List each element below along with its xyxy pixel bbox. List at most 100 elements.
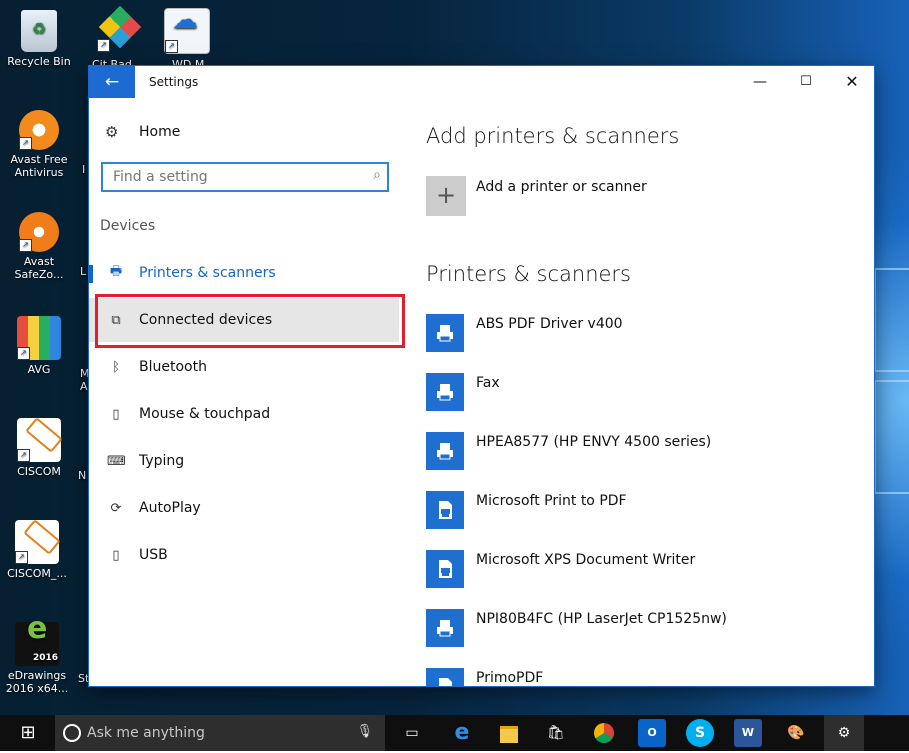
minimize-button[interactable]: — <box>737 66 783 98</box>
search-icon: ⌕ <box>373 167 381 183</box>
desktop-partial-label: M A <box>80 367 90 393</box>
keyboard-icon: ⌨ <box>107 453 126 469</box>
shortcut-arrow-icon: ↗ <box>17 449 30 462</box>
edrawings-icon: e 2016 <box>15 614 59 666</box>
desktop-icon-ciscom[interactable]: ↗ CISCOM <box>2 417 76 478</box>
nav-item-usb[interactable]: ▯ USB <box>89 533 399 577</box>
title-bar: ← Settings — ☐ ✕ <box>89 66 874 98</box>
nav-item-mouse[interactable]: ▯ Mouse & touchpad <box>89 392 399 436</box>
paint-icon[interactable]: 🎨 <box>782 719 810 747</box>
search-placeholder: Find a setting <box>113 169 208 185</box>
desktop-icon-label: CISCOM <box>17 465 61 478</box>
cloud-icon: ☁ ↗ <box>164 7 210 54</box>
printer-item[interactable]: Microsoft XPS Document Writer <box>426 550 866 596</box>
printer-name: NPI80B4FC (HP LaserJet CP1525nw) <box>476 611 727 627</box>
nav-item-label: Printers & scanners <box>139 265 276 281</box>
desktop-icon-safezone[interactable]: ↗ Avast SafeZo... <box>2 212 76 281</box>
avg-icon: ↗ <box>17 316 61 360</box>
nav-item-typing[interactable]: ⌨ Typing <box>89 439 399 483</box>
desktop-icon-ciscom-2[interactable]: ↗ CISCOM_... <box>0 519 74 580</box>
nav-bottom-text: 2016 <box>99 684 127 686</box>
printer-tile-icon <box>426 373 464 411</box>
printer-item[interactable]: HPEA8577 (HP ENVY 4500 series) <box>426 432 866 478</box>
search-input[interactable]: Find a setting ⌕ <box>101 162 389 192</box>
printer-item[interactable]: PrimoPDF <box>426 668 866 686</box>
skype-icon[interactable]: S <box>686 719 714 747</box>
nav-item-bluetooth[interactable]: ᛒ Bluetooth <box>89 345 399 389</box>
cortana-search-box[interactable]: Ask me anything 🎙 <box>55 715 385 751</box>
settings-nav: ⚙ Home Find a setting ⌕ Devices 🖶 Printe… <box>89 98 405 686</box>
desktop-icon-label: CISCOM_... <box>7 567 67 580</box>
cortana-icon <box>63 724 81 742</box>
printer-item[interactable]: NPI80B4FC (HP LaserJet CP1525nw) <box>426 609 866 655</box>
microphone-icon: 🎙 <box>356 724 373 739</box>
task-view-icon[interactable]: ▭ <box>398 719 426 747</box>
main-content: Add printers & scanners + Add a printer … <box>426 98 866 686</box>
nav-item-printers[interactable]: 🖶 Printers & scanners <box>89 251 399 295</box>
mouse-icon: ▯ <box>112 406 120 422</box>
add-printers-heading: Add printers & scanners <box>426 124 680 148</box>
desktop-icon-recycle-bin[interactable]: ♻ Recycle Bin <box>2 10 76 68</box>
printer-name: Microsoft XPS Document Writer <box>476 552 696 568</box>
avast-icon: ↗ <box>19 110 59 150</box>
chrome-icon[interactable] <box>590 719 618 747</box>
nav-item-label: Bluetooth <box>139 359 207 375</box>
settings-icon[interactable]: ⚙ <box>824 715 864 751</box>
autoplay-icon: ⟳ <box>110 500 122 516</box>
printer-tile-icon <box>426 609 464 647</box>
taskbar: ⊞ Ask me anything 🎙 ▭ e 🛍 O S W 🎨 ⚙ <box>0 715 909 751</box>
close-button[interactable]: ✕ <box>829 66 874 98</box>
nav-section-title: Devices <box>100 218 156 234</box>
nav-item-label: Mouse & touchpad <box>139 406 271 422</box>
ciscom-icon: ↗ <box>15 519 61 564</box>
diamond-app-icon: ↗ <box>97 5 142 52</box>
word-icon[interactable]: W <box>734 719 762 747</box>
maximize-button[interactable]: ☐ <box>783 66 829 98</box>
printer-item[interactable]: Fax <box>426 373 866 419</box>
desktop-icon-wd[interactable]: ☁ ↗ <box>150 7 224 57</box>
desktop-partial-label: I <box>82 163 86 176</box>
desktop-partial-label: L <box>80 265 87 278</box>
nav-item-label: USB <box>139 547 168 563</box>
windows-start-icon[interactable]: ⊞ <box>10 715 46 751</box>
printer-item[interactable]: Microsoft Print to PDF <box>426 491 866 537</box>
safezone-icon: ↗ <box>19 212 59 252</box>
window-title: Settings <box>149 75 199 89</box>
file-explorer-icon[interactable] <box>495 719 523 747</box>
desktop-icon-cit-bad[interactable]: ↗ <box>82 5 156 55</box>
desktop-partial-label: St <box>78 672 90 685</box>
printer-name: Fax <box>476 375 500 391</box>
add-printer-label: Add a printer or scanner <box>476 179 647 195</box>
shortcut-arrow-icon: ↗ <box>97 39 110 52</box>
document-printer-icon <box>426 668 464 686</box>
nav-home-label: Home <box>139 124 181 140</box>
desktop-icon-edrawings[interactable]: e 2016 eDrawings 2016 x64... <box>0 614 74 696</box>
printer-name: PrimoPDF <box>476 670 544 686</box>
selection-indicator <box>89 265 93 283</box>
edrawings-badge: 2016 <box>33 653 59 663</box>
wallpaper-window-pane <box>874 380 909 494</box>
nav-item-label: Typing <box>139 453 185 469</box>
nav-home[interactable]: ⚙ Home <box>105 123 180 141</box>
cortana-search-text: Ask me anything <box>87 725 205 741</box>
bluetooth-icon: ᛒ <box>112 359 120 375</box>
desktop-icon-label: Recycle Bin <box>7 55 71 68</box>
printer-item[interactable]: ABS PDF Driver v400 <box>426 314 866 360</box>
store-icon[interactable]: 🛍 <box>542 719 570 747</box>
desktop-partial-label: N <box>78 469 87 482</box>
edge-icon[interactable]: e <box>448 719 476 747</box>
add-printer-button[interactable]: + Add a printer or scanner <box>426 176 647 216</box>
shortcut-arrow-icon: ↗ <box>17 347 30 360</box>
outlook-icon[interactable]: O <box>638 719 666 747</box>
printer-name: HPEA8577 (HP ENVY 4500 series) <box>476 434 712 450</box>
back-arrow-icon[interactable]: ← <box>89 66 135 98</box>
printer-icon: 🖶 <box>109 264 123 279</box>
shortcut-arrow-icon: ↗ <box>165 40 178 53</box>
desktop-icon-avg[interactable]: ↗ AVG <box>2 316 76 376</box>
highlight-box <box>95 294 405 348</box>
desktop-icon-avast[interactable]: ↗ Avast Free Antivirus <box>2 110 76 179</box>
nav-item-autoplay[interactable]: ⟳ AutoPlay <box>89 486 399 530</box>
desktop-icon-label: Avast Free Antivirus <box>10 153 68 179</box>
document-printer-icon <box>426 550 464 588</box>
document-printer-icon <box>426 491 464 529</box>
